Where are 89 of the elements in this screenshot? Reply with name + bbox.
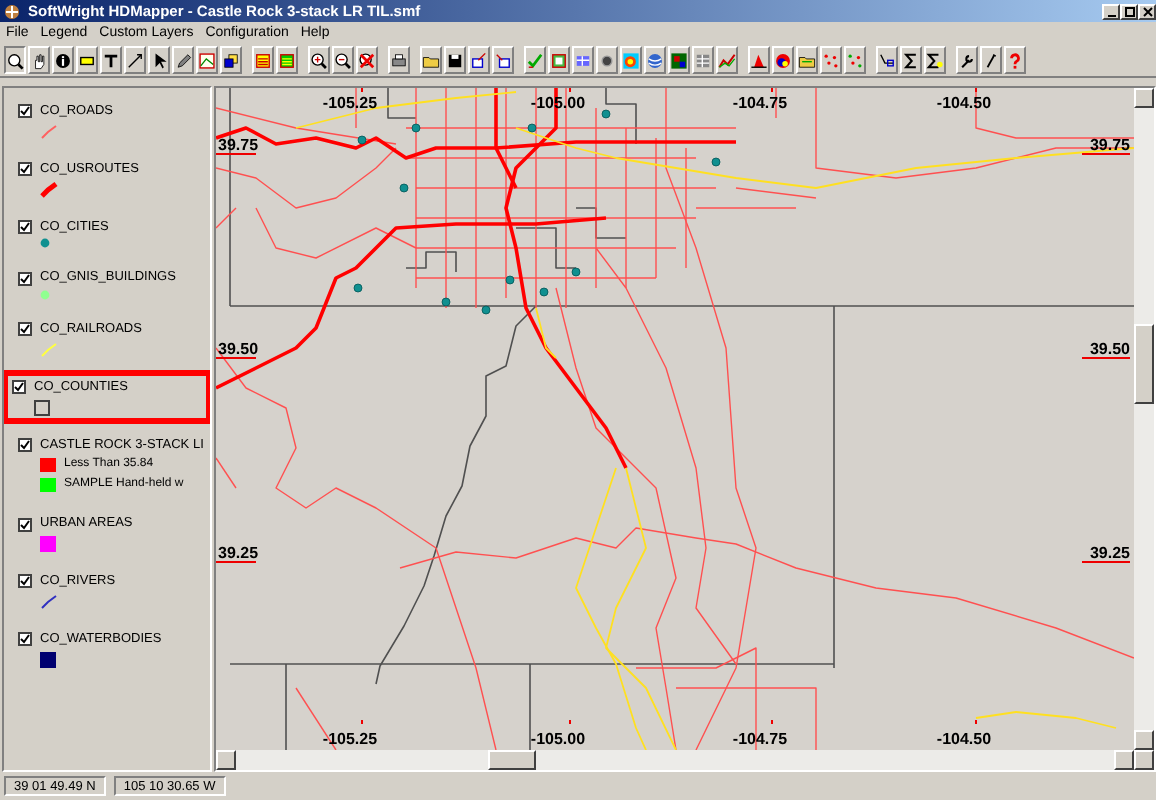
app-icon (4, 3, 20, 19)
city-marker (399, 183, 409, 193)
scroll-thumb[interactable] (1134, 324, 1154, 404)
help-icon (1006, 51, 1024, 69)
layer-checkbox[interactable] (18, 322, 32, 337)
city-marker (601, 109, 611, 119)
coordinate-label: 39.75 (218, 136, 259, 154)
route-icon (878, 51, 896, 69)
toolbar-button[interactable] (4, 46, 26, 74)
city-marker (353, 283, 363, 293)
city-marker (539, 287, 549, 297)
hand-icon (30, 51, 48, 69)
maximize-icon (1123, 5, 1135, 17)
terrain-icon (670, 51, 688, 69)
profile-icon (718, 51, 736, 69)
rainbow-icon (622, 51, 640, 69)
layer-checkbox[interactable] (18, 271, 32, 286)
import-icon (494, 51, 512, 69)
list-icon (278, 51, 296, 69)
line-tool-icon (126, 51, 144, 69)
coordinate-label: -104.50 (936, 730, 992, 748)
sum-icon (902, 51, 920, 69)
circle-icon (598, 51, 616, 69)
vertical-scrollbar[interactable] (1134, 88, 1154, 750)
layer-checkbox[interactable] (18, 104, 32, 119)
wrench-icon (958, 51, 976, 69)
text-tool-icon (102, 51, 120, 69)
check-icon (526, 51, 544, 69)
folder-icon (422, 51, 440, 69)
coordinate-label: -105.00 (530, 730, 586, 748)
pointer-icon (150, 51, 168, 69)
coordinate-label: 39.25 (1089, 544, 1130, 562)
layer-checkbox[interactable] (18, 437, 32, 452)
sum-icon (926, 51, 944, 69)
coverage-icon (774, 51, 792, 69)
coordinate-label: 39.50 (1089, 340, 1130, 358)
city-marker (441, 297, 451, 307)
coordinate-label: -105.25 (322, 94, 378, 112)
scroll-up-button[interactable] (1134, 88, 1154, 108)
horizontal-scrollbar[interactable] (216, 750, 1154, 770)
zoom-out-icon (334, 51, 352, 69)
globe-icon (646, 51, 664, 69)
coordinate-label: 39.50 (218, 340, 259, 358)
zoom-in-icon (310, 51, 328, 69)
points-icon (822, 51, 840, 69)
city-marker (571, 267, 581, 277)
pen-icon (174, 51, 192, 69)
close-button[interactable] (1138, 3, 1156, 19)
map-icon (550, 51, 568, 69)
printer-icon (390, 51, 408, 69)
table-icon (694, 51, 712, 69)
city-marker (411, 123, 421, 133)
city-marker (711, 157, 721, 167)
scroll-down-button[interactable] (1134, 730, 1154, 750)
coordinate-label: -104.75 (732, 94, 788, 112)
grid-icon (574, 51, 592, 69)
export-icon (470, 51, 488, 69)
scroll-thumb[interactable] (488, 750, 536, 770)
layer-checkbox[interactable] (18, 219, 32, 234)
coordinate-label: 39.75 (1089, 136, 1130, 154)
info-icon (54, 51, 72, 69)
coordinate-label: 39.25 (218, 544, 259, 562)
chart-icon (198, 51, 216, 69)
label-icon (78, 51, 96, 69)
city-marker (481, 305, 491, 315)
layer-checkbox[interactable] (18, 162, 32, 177)
city-marker (527, 123, 537, 133)
tower-icon (750, 51, 768, 69)
scroll-right-button[interactable] (1114, 750, 1134, 770)
scroll-corner (1134, 750, 1154, 770)
folder-icon (798, 51, 816, 69)
layer-checkbox[interactable] (18, 632, 32, 647)
city-marker (505, 275, 515, 285)
coordinate-label: -104.50 (936, 94, 992, 112)
zoom-cancel-icon (358, 51, 376, 69)
city-marker (357, 135, 367, 145)
coordinate-label: -104.75 (732, 730, 788, 748)
scroll-left-button[interactable] (216, 750, 236, 770)
layers-icon (222, 51, 240, 69)
minimize-button[interactable] (1102, 3, 1120, 19)
coordinate-label: -105.25 (322, 730, 378, 748)
layer-checkbox[interactable] (12, 380, 26, 395)
layer-checkbox[interactable] (18, 574, 32, 589)
maximize-button[interactable] (1120, 3, 1138, 19)
layer-checkbox[interactable] (18, 517, 32, 532)
zoom-select-icon (6, 51, 24, 69)
points-icon (846, 51, 864, 69)
close-icon (1141, 5, 1153, 17)
list-icon (254, 51, 272, 69)
